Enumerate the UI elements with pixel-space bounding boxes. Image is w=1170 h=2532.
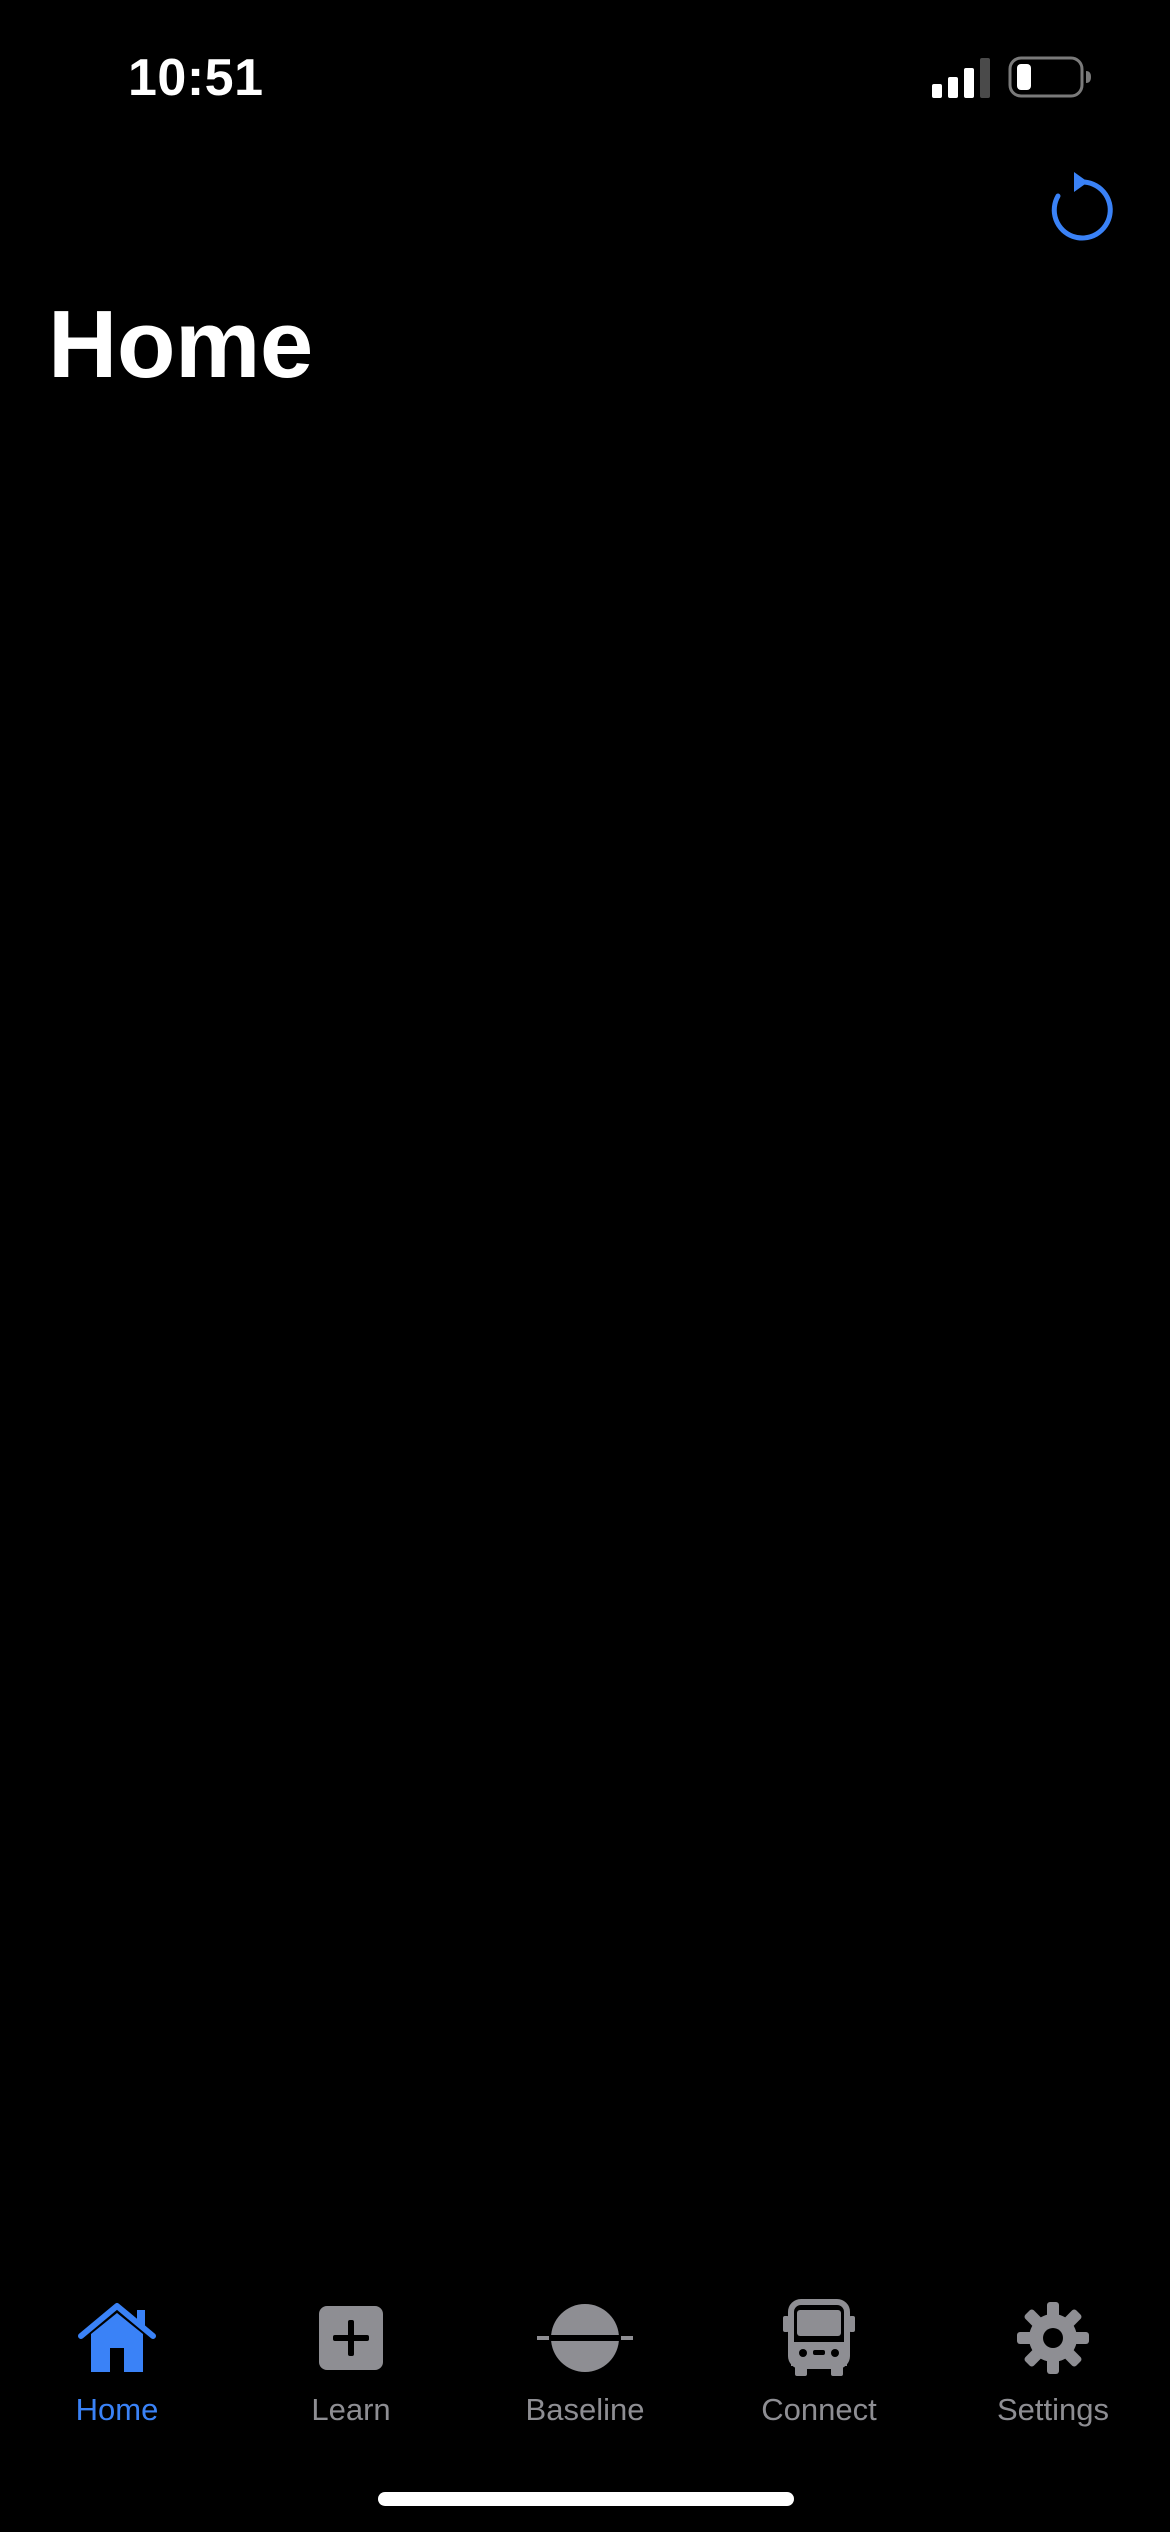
- tab-label-learn: Learn: [311, 2392, 391, 2427]
- tab-label-home: Home: [75, 2392, 159, 2427]
- page-title: Home: [48, 291, 313, 398]
- tab-baseline[interactable]: Baseline: [468, 2270, 702, 2450]
- tab-settings[interactable]: Settings: [936, 2270, 1170, 2450]
- tab-home[interactable]: Home: [0, 2270, 234, 2450]
- house-icon: [78, 2303, 156, 2372]
- refresh-button[interactable]: [1042, 168, 1122, 248]
- tab-label-connect: Connect: [761, 2392, 877, 2427]
- battery-low-icon: [1008, 56, 1091, 98]
- bus-icon: [783, 2299, 855, 2376]
- tab-connect[interactable]: Connect: [702, 2270, 936, 2450]
- tab-label-settings: Settings: [996, 2392, 1109, 2427]
- plus-square-icon: [319, 2306, 383, 2370]
- baseline-circle-icon: [537, 2304, 633, 2372]
- tab-label-baseline: Baseline: [525, 2392, 645, 2427]
- status-time: 10:51: [128, 49, 264, 107]
- tab-bar: Home Learn Baseline Connect Settings: [0, 2270, 1170, 2450]
- status-bar: 10:51: [0, 0, 1170, 150]
- home-indicator[interactable]: [378, 2492, 794, 2506]
- cellular-signal-icon: [932, 58, 990, 98]
- refresh-icon: [1051, 172, 1113, 241]
- tab-learn[interactable]: Learn: [234, 2270, 468, 2450]
- gear-icon: [1017, 2302, 1089, 2374]
